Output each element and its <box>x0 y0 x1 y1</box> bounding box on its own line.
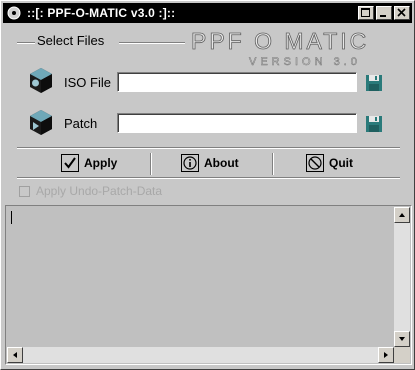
info-icon <box>181 154 199 172</box>
about-button[interactable]: About <box>181 152 239 174</box>
close-button[interactable] <box>394 6 410 20</box>
minimize-button[interactable] <box>376 6 392 20</box>
title-bar[interactable]: ::[: PPF-O-MATIC v3.0 :]:: <box>3 3 412 23</box>
action-separator-2 <box>272 153 274 175</box>
action-separator-1 <box>150 153 152 175</box>
iso-file-input[interactable] <box>117 72 357 92</box>
ppf-o-matic-logo: PPF O MATIC VERSION 3.0 <box>191 28 369 69</box>
arrow-down-icon <box>399 337 405 341</box>
app-icon[interactable] <box>6 5 22 21</box>
quit-label: Quit <box>329 156 353 170</box>
arrow-left-icon <box>13 352 17 358</box>
quit-button[interactable]: Quit <box>306 152 353 174</box>
arrow-right-icon <box>384 352 388 358</box>
arrow-up-icon <box>399 213 405 217</box>
group-divider-right <box>119 42 185 44</box>
scroll-left-button[interactable] <box>7 347 23 363</box>
scroll-up-button[interactable] <box>394 207 410 223</box>
minimize-icon <box>380 15 386 17</box>
cd-drive-icon <box>30 68 52 93</box>
log-text-area[interactable] <box>7 207 394 347</box>
action-bar-inner: Apply About Quit <box>17 148 400 178</box>
about-label: About <box>204 156 239 170</box>
scrollbar-corner <box>394 347 410 363</box>
client-area: Select Files PPF O MATIC VERSION 3.0 ISO… <box>3 25 412 367</box>
checkmark-icon <box>61 154 79 172</box>
scroll-down-button[interactable] <box>394 331 410 347</box>
select-files-label: Select Files <box>35 33 107 48</box>
apply-label: Apply <box>84 156 118 170</box>
text-caret <box>11 211 12 224</box>
maximize-icon <box>361 8 370 17</box>
apply-button[interactable]: Apply <box>61 152 117 174</box>
undo-patch-checkbox[interactable] <box>19 185 30 197</box>
patch-input[interactable] <box>117 113 357 133</box>
undo-patch-label: Apply Undo-Patch-Data <box>36 184 163 198</box>
window-title: ::[: PPF-O-MATIC v3.0 :]:: <box>27 6 176 20</box>
log-panel[interactable] <box>5 205 412 365</box>
iso-browse-floppy-icon[interactable] <box>365 74 383 92</box>
iso-file-label: ISO File <box>64 75 111 90</box>
undo-patch-option[interactable]: Apply Undo-Patch-Data <box>19 184 162 198</box>
group-divider-left <box>17 42 37 44</box>
horizontal-scrollbar[interactable] <box>7 347 394 363</box>
patch-browse-floppy-icon[interactable] <box>365 115 383 133</box>
no-entry-icon <box>306 154 324 172</box>
main-window: ::[: PPF-O-MATIC v3.0 :]:: Select Files … <box>0 0 415 370</box>
maximize-button[interactable] <box>358 6 374 20</box>
scroll-right-button[interactable] <box>378 347 394 363</box>
vertical-scrollbar[interactable] <box>394 207 410 347</box>
close-icon <box>397 8 406 17</box>
patch-play-icon <box>30 110 52 135</box>
logo-title: PPF O MATIC <box>191 28 369 54</box>
action-bar: Apply About Quit <box>17 147 400 179</box>
patch-label: Patch <box>64 116 98 131</box>
logo-subtitle: VERSION 3.0 <box>249 56 361 68</box>
